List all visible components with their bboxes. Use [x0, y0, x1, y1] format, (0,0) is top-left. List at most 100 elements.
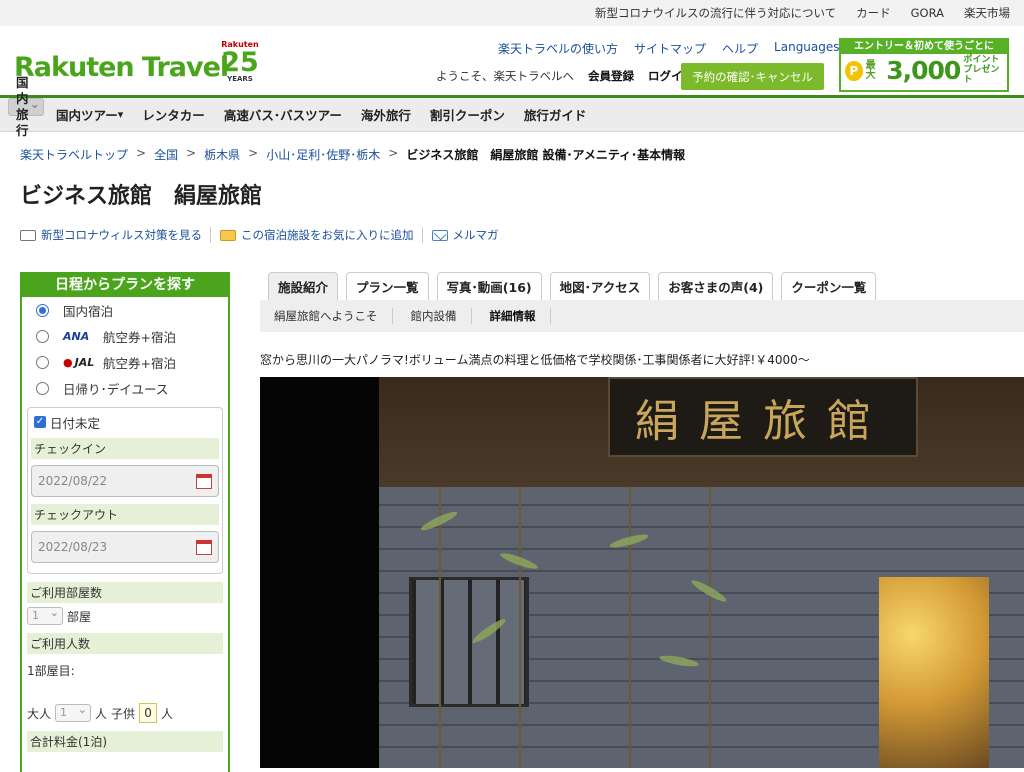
child-label: 子供	[111, 706, 136, 721]
guests-row: 大人 1 人 子供 0 人	[22, 702, 228, 723]
adult-label: 大人	[27, 706, 52, 721]
radio-label: 航空券+宿泊	[103, 329, 176, 345]
checkin-value: 2022/08/22	[38, 474, 108, 488]
favorite-icon	[220, 229, 236, 241]
nav-travel-guide[interactable]: 旅行ガイド	[517, 98, 594, 131]
promo-max: 最大	[865, 59, 876, 81]
site-header: Rakuten Travel Rakuten 25 YEARS 楽天トラベルの使…	[0, 26, 1024, 98]
checkout-label: チェックアウト	[31, 504, 219, 525]
sitemap-link[interactable]: サイトマップ	[634, 40, 706, 57]
breadcrumb-top[interactable]: 楽天トラベルトップ	[20, 146, 128, 163]
breadcrumb: 楽天トラベルトップ > 全国 > 栃木県 > 小山･足利･佐野･栃木 > ビジネ…	[20, 146, 685, 163]
breadcrumb-all[interactable]: 全国	[154, 146, 178, 163]
nav-domestic-tour[interactable]: 国内ツアー	[49, 98, 130, 131]
radio-button[interactable]	[36, 329, 49, 343]
rooms-unit: 部屋	[67, 609, 92, 624]
total-price-label: 合計料金(1泊)	[27, 731, 223, 752]
tab-reviews[interactable]: お客さまの声(4)	[658, 272, 774, 300]
subtab-welcome[interactable]: 絹屋旅館へようこそ	[274, 308, 393, 324]
radio-label: 国内宿泊	[63, 303, 114, 319]
top-utility-bar: 新型コロナウイルスの流行に伴う対応について カード GORA 楽天市場	[0, 0, 1024, 26]
tab-map[interactable]: 地図･アクセス	[549, 272, 651, 300]
points-promo-banner[interactable]: エントリー＆初めて使うごとに P 最大 3,000 ポイント プレゼント	[839, 38, 1009, 92]
calendar-icon[interactable]	[196, 539, 212, 555]
mail-icon	[431, 229, 448, 241]
promo-amount: 3,000	[886, 56, 961, 86]
register-link[interactable]: 会員登録	[588, 68, 634, 84]
radio-day-use[interactable]: 日帰り･デイユース	[22, 375, 228, 401]
radio-domestic-stay[interactable]: 国内宿泊	[22, 297, 228, 323]
radio-ana-package[interactable]: ANA 航空券+宿泊	[22, 323, 228, 349]
plan-search-heading: 日程からプランを探す	[22, 274, 228, 297]
subtab-details[interactable]: 詳細情報	[490, 308, 551, 324]
nav-coupon[interactable]: 割引クーポン	[423, 98, 512, 131]
hotel-actions: 新型コロナウィルス対策を見る この宿泊施設をお気に入りに追加 メルマガ	[20, 227, 516, 243]
radio-button-checked[interactable]	[36, 303, 49, 317]
breadcrumb-separator: >	[136, 146, 147, 160]
window-grille	[409, 577, 529, 707]
add-favorite-link[interactable]: この宿泊施設をお気に入りに追加	[241, 227, 414, 243]
breadcrumb-separator: >	[388, 146, 399, 160]
breadcrumb-tochigi[interactable]: 栃木県	[204, 146, 240, 163]
bamboo-plant	[519, 487, 521, 768]
hotel-tabs: 施設紹介 プラン一覧 写真･動画(16) 地図･アクセス お客さまの声(4) ク…	[268, 272, 877, 300]
rooms-label: ご利用部屋数	[27, 582, 223, 603]
promo-top-text: エントリー＆初めて使うごとに	[841, 40, 1007, 54]
welcome-text: ようこそ、楽天トラベルへ	[436, 69, 574, 83]
tab-overview[interactable]: 施設紹介	[268, 272, 339, 300]
gora-link[interactable]: GORA	[911, 6, 944, 20]
checkin-date-field[interactable]: 2022/08/22	[31, 465, 219, 497]
breadcrumb-area[interactable]: 小山･足利･佐野･栃木	[266, 146, 380, 163]
tab-plans[interactable]: プラン一覧	[346, 272, 429, 300]
how-to-use-link[interactable]: 楽天トラベルの使い方	[498, 40, 618, 57]
header-links: 楽天トラベルの使い方 サイトマップ ヘルプ Languages	[498, 40, 849, 57]
bamboo-plant	[439, 487, 441, 768]
tab-coupons[interactable]: クーポン一覧	[781, 272, 877, 300]
child-input[interactable]: 0	[139, 703, 158, 723]
date-box: ✓ 日付未定 チェックイン 2022/08/22 チェックアウト 2022/08/…	[27, 407, 223, 574]
radio-button[interactable]	[36, 355, 49, 369]
jal-logo: JAL	[63, 356, 99, 369]
date-undecided-checkbox[interactable]: ✓ 日付未定	[31, 413, 219, 431]
room1-label: 1部屋目:	[27, 664, 75, 678]
radio-button[interactable]	[36, 381, 49, 395]
hotel-catchphrase: 窓から思川の一大パノラマ!ボリューム満点の料理と低価格で学校関係･工事関係者に大…	[260, 353, 810, 367]
hotel-signboard: 絹屋旅館	[608, 377, 918, 457]
nav-rental-car[interactable]: レンタカー	[135, 98, 212, 131]
checkbox-label: 日付未定	[50, 415, 101, 431]
mail-magazine-link[interactable]: メルマガ	[453, 227, 499, 243]
help-link[interactable]: ヘルプ	[722, 40, 758, 57]
breadcrumb-separator: >	[248, 146, 259, 160]
main-nav: 国内旅行 国内ツアー レンタカー 高速バス･バスツアー 海外旅行 割引クーポン …	[0, 75, 1024, 138]
tab-photos[interactable]: 写真･動画(16)	[436, 272, 542, 300]
subtab-facilities[interactable]: 館内設備	[411, 308, 472, 324]
nav-overseas[interactable]: 海外旅行	[354, 98, 418, 131]
anniv-number: 25	[221, 47, 259, 78]
radio-jal-package[interactable]: JAL 航空券+宿泊	[22, 349, 228, 375]
card-link[interactable]: カード	[856, 5, 891, 21]
nav-bus[interactable]: 高速バス･バスツアー	[217, 98, 349, 131]
nav-domestic-travel[interactable]: 国内旅行	[8, 75, 44, 138]
rakuten-travel-logo[interactable]: Rakuten Travel	[14, 52, 229, 83]
covid-notice-link[interactable]: 新型コロナウイルスの流行に伴う対応について	[595, 5, 836, 21]
breadcrumb-separator: >	[186, 146, 197, 160]
calendar-icon[interactable]	[196, 473, 212, 489]
people-label: ご利用人数	[27, 633, 223, 654]
covid-measures-link[interactable]: 新型コロナウィルス対策を見る	[41, 227, 202, 243]
reservation-check-button[interactable]: 予約の確認･キャンセル	[681, 63, 824, 90]
plan-search-panel: 日程からプランを探す 国内宿泊 ANA 航空券+宿泊 JAL 航空券+宿泊 日帰り･…	[20, 272, 230, 772]
page-title: ビジネス旅館 絹屋旅館	[20, 184, 263, 209]
checkout-date-field[interactable]: 2022/08/23	[31, 531, 219, 563]
document-icon	[20, 229, 36, 241]
ana-logo: ANA	[63, 329, 90, 343]
bamboo-plant	[709, 487, 711, 768]
checkout-value: 2022/08/23	[38, 540, 108, 554]
checkbox-checked-icon[interactable]: ✓	[34, 416, 46, 428]
adult-select[interactable]: 1	[55, 702, 92, 722]
25-years-logo: Rakuten 25 YEARS	[220, 41, 260, 83]
building-facade: 絹屋旅館	[379, 377, 1024, 768]
rakuten-ichiba-link[interactable]: 楽天市場	[964, 5, 1010, 21]
child-unit: 人	[161, 706, 174, 721]
rooms-select[interactable]: 1	[27, 605, 63, 625]
point-coin-icon: P	[845, 60, 863, 81]
